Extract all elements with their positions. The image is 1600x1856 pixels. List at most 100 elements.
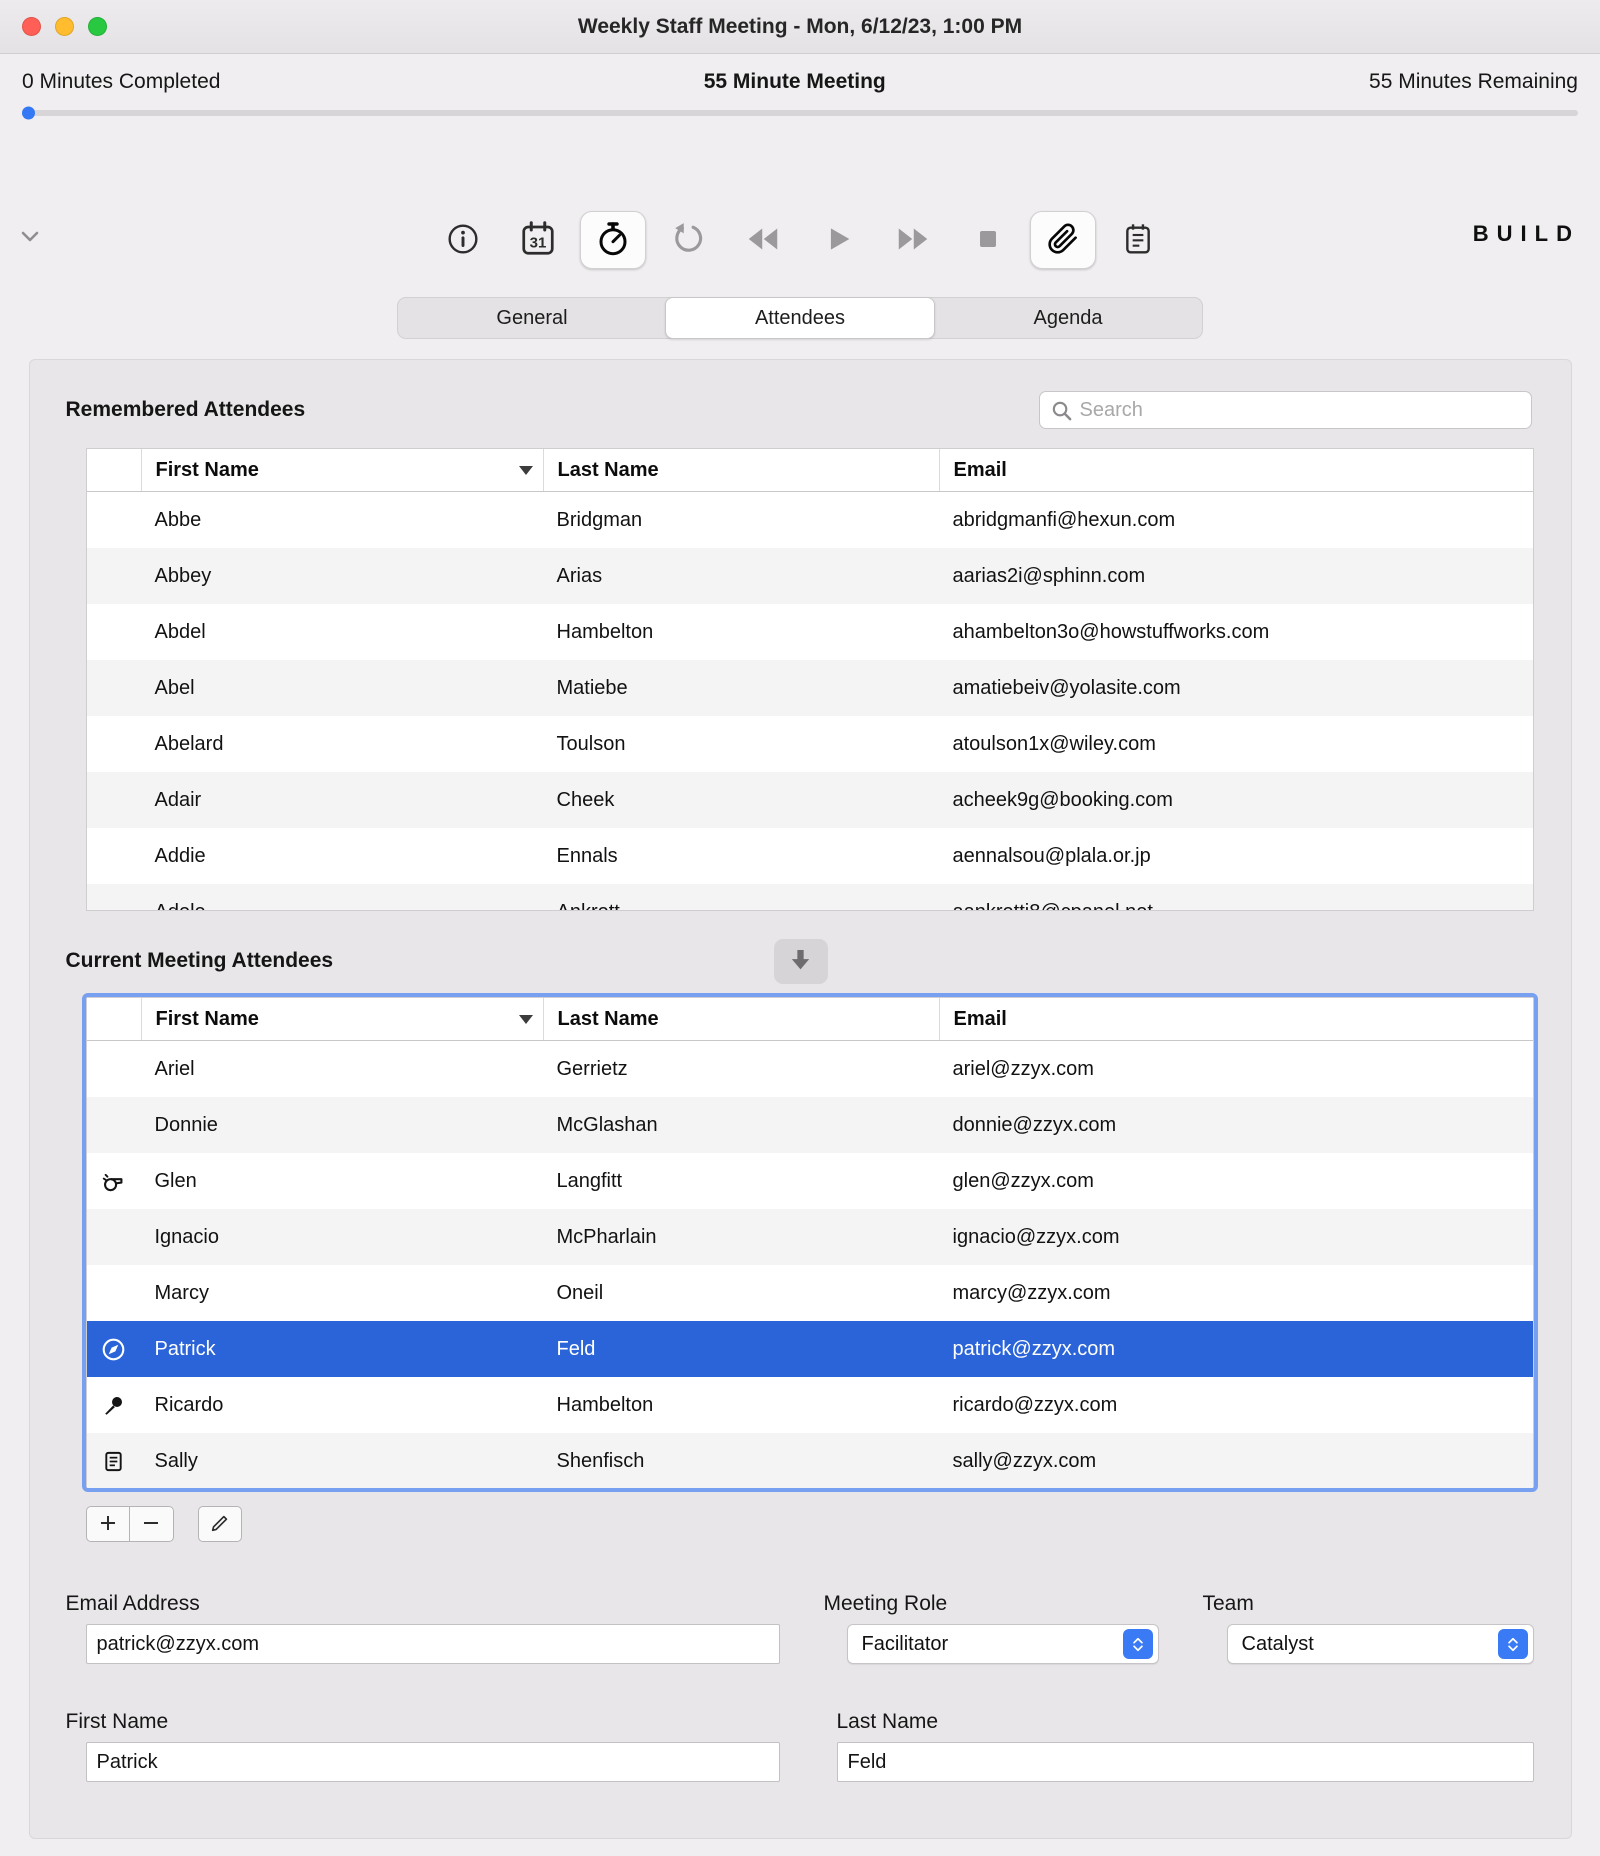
sort-descending-icon — [519, 466, 533, 475]
current-attendees-table: First Name Last Name Email ArielGerrietz… — [86, 997, 1534, 1488]
add-to-meeting-button[interactable] — [774, 939, 828, 984]
stepper-icon — [1123, 1629, 1153, 1659]
fast-forward-button[interactable] — [880, 211, 946, 269]
icon-column-header — [87, 998, 141, 1040]
table-row[interactable]: ArielGerrietzariel@zzyx.com — [87, 1041, 1533, 1097]
remembered-attendees-title: Remembered Attendees — [66, 398, 306, 422]
table-row[interactable]: AbbeBridgmanabridgmanfi@hexun.com — [87, 492, 1533, 548]
toolbar-zone: BUILD 31 — [0, 116, 1600, 339]
sort-descending-icon — [519, 1015, 533, 1024]
rewind-icon — [745, 221, 781, 260]
traffic-lights — [22, 0, 107, 53]
arrow-down-icon — [787, 946, 814, 976]
first-name-label: First Name — [66, 1710, 169, 1734]
last-name-column-header[interactable]: Last Name — [543, 449, 939, 491]
reset-icon — [671, 222, 705, 259]
meeting-role-select[interactable]: Facilitator — [847, 1624, 1159, 1664]
tab-agenda[interactable]: Agenda — [934, 298, 1202, 338]
attendees-panel: Remembered Attendees First Name Last Nam… — [29, 359, 1572, 1839]
stop-button[interactable] — [955, 211, 1021, 269]
icon-column-header — [87, 449, 141, 491]
search-icon — [1050, 399, 1073, 427]
add-attendee-button[interactable] — [86, 1506, 130, 1542]
email-column-header[interactable]: Email — [939, 998, 1533, 1040]
attachment-button[interactable] — [1030, 211, 1096, 269]
table-header-row: First Name Last Name Email — [87, 449, 1533, 492]
notes-icon — [1122, 223, 1154, 258]
tab-attendees[interactable]: Attendees — [665, 297, 935, 339]
play-button[interactable] — [805, 211, 871, 269]
table-row[interactable]: SallyShenfischsally@zzyx.com — [87, 1433, 1533, 1489]
whistle-icon — [101, 1169, 126, 1194]
table-header-row: First Name Last Name Email — [87, 998, 1533, 1041]
meeting-progress-section: 0 Minutes Completed 55 Minute Meeting 55… — [0, 54, 1600, 116]
table-row[interactable]: AbdelHambeltonahambelton3o@howstuffworks… — [87, 604, 1533, 660]
stop-icon — [972, 223, 1004, 258]
table-row[interactable]: AdairCheekacheek9g@booking.com — [87, 772, 1533, 828]
compass-icon — [101, 1337, 126, 1362]
first-name-field[interactable] — [86, 1742, 780, 1782]
table-row[interactable]: AbbeyAriasaarias2i@sphinn.com — [87, 548, 1533, 604]
search-input[interactable] — [1039, 391, 1532, 429]
remembered-attendees-table: First Name Last Name Email AbbeBridgmana… — [86, 448, 1534, 911]
stepper-icon — [1498, 1629, 1528, 1659]
email-column-header[interactable]: Email — [939, 449, 1533, 491]
last-name-label: Last Name — [837, 1710, 939, 1734]
build-label: BUILD — [1473, 221, 1580, 247]
rewind-button[interactable] — [730, 211, 796, 269]
reset-button[interactable] — [655, 211, 721, 269]
close-button[interactable] — [22, 17, 41, 36]
tab-general[interactable]: General — [398, 298, 666, 338]
calendar-icon: 31 — [520, 221, 556, 260]
team-select[interactable]: Catalyst — [1227, 1624, 1534, 1664]
minutes-remaining-label: 55 Minutes Remaining — [1369, 70, 1578, 94]
table-row[interactable]: AbelardToulsonatoulson1x@wiley.com — [87, 716, 1533, 772]
first-name-column-header[interactable]: First Name — [141, 449, 543, 491]
minutes-completed-label: 0 Minutes Completed — [22, 70, 220, 94]
table-row[interactable]: RicardoHambeltonricardo@zzyx.com — [87, 1377, 1533, 1433]
toolbar: 31 — [0, 211, 1600, 269]
table-row[interactable]: AddieEnnalsaennalsou@plala.or.jp — [87, 828, 1533, 884]
minimize-button[interactable] — [55, 17, 74, 36]
pencil-icon — [209, 1512, 231, 1537]
timer-icon — [595, 221, 631, 260]
email-address-label: Email Address — [66, 1592, 200, 1616]
pushpin-icon — [102, 1393, 126, 1417]
table-row[interactable]: IgnacioMcPharlainignacio@zzyx.com — [87, 1209, 1533, 1265]
first-name-column-header[interactable]: First Name — [141, 998, 543, 1040]
zoom-button[interactable] — [88, 17, 107, 36]
last-name-column-header[interactable]: Last Name — [543, 998, 939, 1040]
table-row[interactable]: MarcyOneilmarcy@zzyx.com — [87, 1265, 1533, 1321]
calendar-button[interactable]: 31 — [505, 211, 571, 269]
tab-bar: General Attendees Agenda — [397, 297, 1203, 339]
info-icon — [447, 223, 479, 258]
email-field[interactable] — [86, 1624, 780, 1664]
table-row-selected[interactable]: PatrickFeldpatrick@zzyx.com — [87, 1321, 1533, 1377]
table-row[interactable]: GlenLangfittglen@zzyx.com — [87, 1153, 1533, 1209]
remove-attendee-button[interactable] — [130, 1506, 174, 1542]
fast-forward-icon — [895, 221, 931, 260]
table-row[interactable]: AbelMatiebeamatiebeiv@yolasite.com — [87, 660, 1533, 716]
current-attendees-title: Current Meeting Attendees — [66, 949, 334, 973]
meeting-length-label: 55 Minute Meeting — [704, 70, 886, 94]
team-label: Team — [1203, 1592, 1254, 1616]
chevron-down-icon[interactable] — [18, 224, 42, 253]
note-icon — [102, 1450, 125, 1473]
table-row[interactable]: DonnieMcGlashandonnie@zzyx.com — [87, 1097, 1533, 1153]
info-button[interactable] — [430, 211, 496, 269]
timer-button[interactable] — [580, 211, 646, 269]
minus-icon — [141, 1513, 161, 1536]
search-field — [1039, 391, 1532, 429]
edit-attendee-button[interactable] — [198, 1506, 242, 1542]
paperclip-icon — [1047, 223, 1079, 258]
titlebar: Weekly Staff Meeting - Mon, 6/12/23, 1:0… — [0, 0, 1600, 54]
table-row[interactable]: AdeleAnkrettaankretti8@cpanel.net — [87, 884, 1533, 911]
meeting-role-label: Meeting Role — [824, 1592, 948, 1616]
plus-icon — [98, 1513, 118, 1536]
window-title: Weekly Staff Meeting - Mon, 6/12/23, 1:0… — [578, 15, 1022, 39]
attendee-edit-buttons — [86, 1506, 1532, 1542]
svg-text:31: 31 — [529, 234, 546, 251]
play-icon — [821, 222, 855, 259]
notes-button[interactable] — [1105, 211, 1171, 269]
last-name-field[interactable] — [837, 1742, 1534, 1782]
